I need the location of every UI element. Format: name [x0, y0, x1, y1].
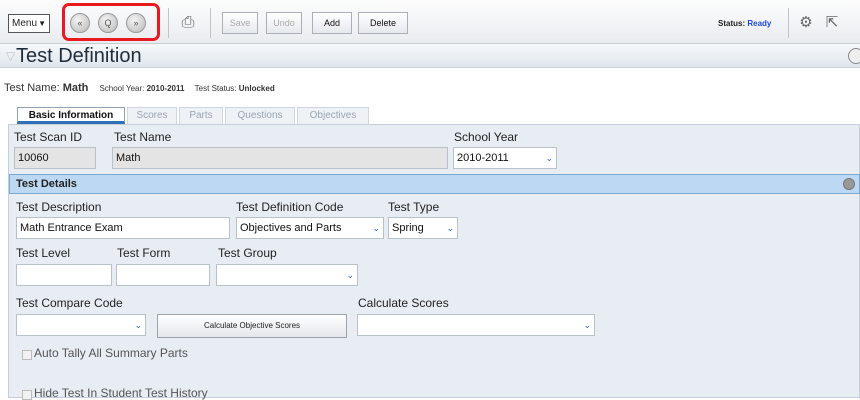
test-name-label: Test Name:: [4, 82, 60, 94]
test-details-header[interactable]: Test Details: [9, 174, 860, 194]
hide-history-checkbox[interactable]: [22, 390, 32, 400]
chevron-down-icon: ⌄: [134, 320, 142, 330]
chevron-down-icon: ⌄: [545, 153, 553, 163]
collapse-icon[interactable]: [843, 178, 855, 190]
test-type-value: Spring: [392, 222, 424, 234]
print-icon[interactable]: ⎙: [176, 12, 200, 34]
definition-code-value: Objectives and Parts: [240, 222, 342, 234]
test-details-title: Test Details: [16, 178, 77, 190]
auto-tally-label: Auto Tally All Summary Parts: [34, 346, 188, 360]
status-indicator: Status: Ready: [718, 19, 771, 28]
options-icon[interactable]: [848, 48, 860, 64]
test-type-select[interactable]: Spring ⌄: [388, 217, 458, 239]
toolbar-divider: [788, 8, 789, 38]
toolbar-divider: [168, 8, 169, 38]
test-name-field[interactable]: Math: [112, 147, 448, 169]
settings-icon[interactable]: ⚙: [794, 11, 818, 35]
search-icon[interactable]: Q: [98, 13, 118, 33]
auto-tally-checkbox[interactable]: [22, 350, 32, 360]
chevron-down-icon: ▼: [38, 19, 46, 28]
page-title: Test Definition: [16, 45, 142, 67]
toolbar-divider: [210, 8, 211, 38]
test-level-field[interactable]: [16, 264, 112, 286]
scan-id-field[interactable]: 10060: [14, 147, 96, 169]
chevron-down-icon: ⌄: [446, 223, 454, 233]
page-title-bar: ▽ Test Definition: [0, 44, 860, 68]
next-record-icon[interactable]: »: [126, 13, 146, 33]
definition-code-label: Test Definition Code: [236, 200, 344, 214]
test-description-label: Test Description: [16, 200, 102, 214]
save-button[interactable]: Save: [222, 12, 258, 34]
scan-id-label: Test Scan ID: [14, 130, 83, 144]
test-group-select[interactable]: ⌄: [216, 264, 358, 286]
test-form-field[interactable]: [116, 264, 210, 286]
tab-objectives[interactable]: Objectives: [297, 107, 369, 124]
toolbar: Menu ▼ « Q » ⎙ Save Undo Add Delete Stat…: [0, 0, 860, 44]
tab-questions[interactable]: Questions: [225, 107, 295, 124]
chevron-down-icon: ⌄: [346, 270, 354, 280]
search-glyph: Q: [104, 18, 112, 28]
menu-label: Menu: [12, 18, 38, 29]
add-button[interactable]: Add: [312, 12, 352, 34]
undo-button[interactable]: Undo: [266, 12, 302, 34]
compare-code-label: Test Compare Code: [16, 296, 123, 310]
definition-code-select[interactable]: Objectives and Parts ⌄: [236, 217, 384, 239]
tab-parts[interactable]: Parts: [179, 107, 223, 124]
chevron-down-icon: ⌄: [372, 223, 380, 233]
test-summary-line: Test Name: Math School Year: 2010-2011 T…: [4, 82, 275, 94]
test-status-label: Test Status:: [194, 84, 237, 93]
pointer-help-icon[interactable]: ⇱: [820, 11, 844, 35]
tab-basic-information[interactable]: Basic Information: [17, 107, 125, 124]
test-type-label: Test Type: [388, 200, 440, 214]
test-form-label: Test Form: [117, 246, 171, 260]
test-level-label: Test Level: [16, 246, 71, 260]
school-year-value: 2010-2011: [146, 84, 185, 93]
compare-code-select[interactable]: ⌄: [16, 314, 146, 336]
test-status-value: Unlocked: [238, 84, 275, 93]
delete-button[interactable]: Delete: [358, 12, 408, 34]
school-year-label: School Year:: [99, 84, 145, 93]
tab-scores[interactable]: Scores: [127, 107, 177, 124]
previous-glyph: «: [77, 18, 83, 28]
previous-record-icon[interactable]: «: [70, 13, 90, 33]
test-name-value: Math: [62, 82, 89, 94]
test-group-label: Test Group: [218, 246, 277, 260]
status-label: Status:: [718, 19, 746, 28]
school-year-select[interactable]: 2010-2011 ⌄: [453, 147, 557, 169]
menu-button[interactable]: Menu ▼: [8, 14, 50, 33]
calculate-objective-scores-button[interactable]: Calculate Objective Scores: [157, 314, 347, 338]
collapse-triangle-icon[interactable]: ▽: [6, 49, 15, 63]
school-year-value: 2010-2011: [457, 152, 509, 164]
next-glyph: »: [133, 18, 139, 28]
test-description-field[interactable]: Math Entrance Exam: [16, 217, 230, 239]
chevron-down-icon: ⌄: [583, 320, 591, 330]
school-year-label: School Year: [454, 130, 519, 144]
status-value: Ready: [747, 19, 772, 28]
calculate-scores-select[interactable]: ⌄: [357, 314, 595, 336]
test-name-label: Test Name: [114, 130, 172, 144]
calculate-scores-label: Calculate Scores: [358, 296, 449, 310]
